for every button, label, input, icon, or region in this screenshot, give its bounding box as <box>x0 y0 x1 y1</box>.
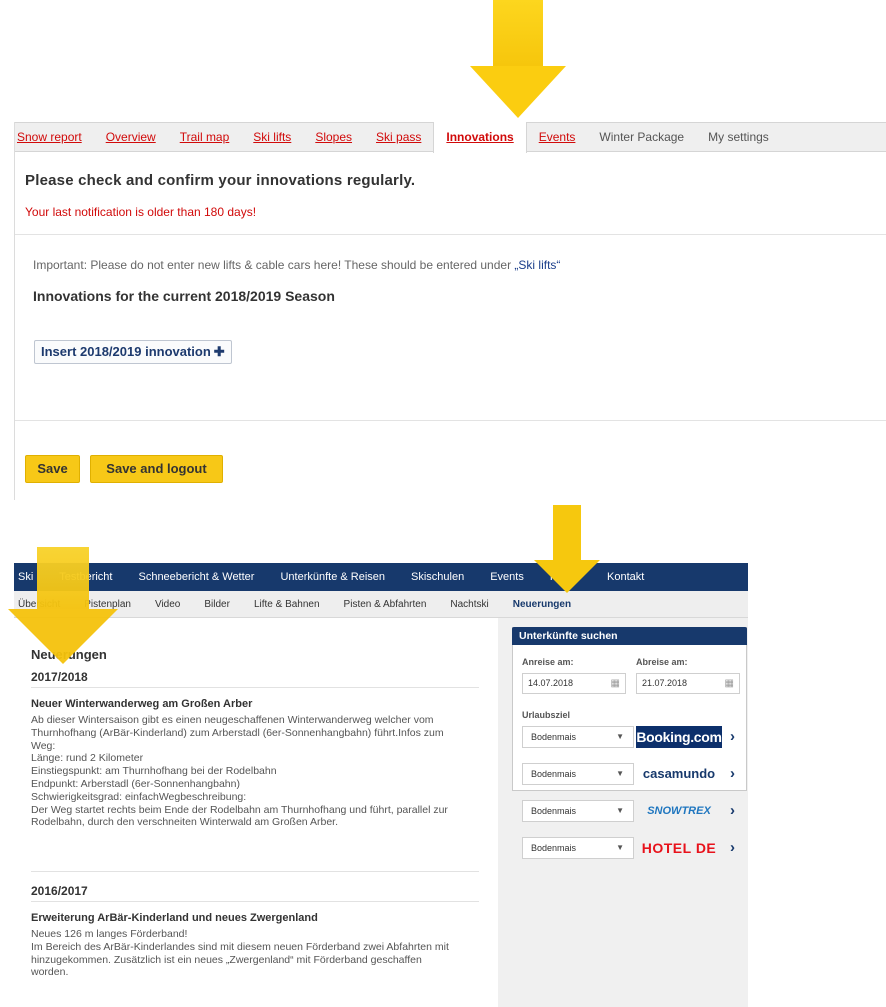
news-item-title: Neuer Winterwanderweg am Großen Arber <box>31 698 253 710</box>
nav-item[interactable]: Skischulen <box>398 571 477 583</box>
divider <box>15 234 886 235</box>
subnav-item[interactable]: Nachtski <box>438 599 500 610</box>
text-line: Ab dieser Wintersaison gibt es einen neu… <box>31 714 434 726</box>
departure-label: Abreise am: <box>636 657 688 667</box>
tab-events[interactable]: Events <box>527 122 588 152</box>
casamundo-logo[interactable]: casamundo <box>636 763 722 785</box>
chevron-right-icon[interactable]: › <box>730 802 735 819</box>
highlight-arrow-top <box>470 0 566 118</box>
calendar-icon[interactable]: ▦ <box>725 674 734 693</box>
provider-name: Booking.com <box>636 729 722 745</box>
text-line: Einstiegspunkt: am Thurnhofhang bei der … <box>31 765 277 778</box>
text-line: worden. <box>31 966 69 979</box>
text-line: Schwierigkeitsgrad: einfachWegbeschreibu… <box>31 790 247 803</box>
season-title: Innovations for the current 2018/2019 Se… <box>33 288 335 304</box>
caret-down-icon: ▼ <box>616 806 624 815</box>
important-note: Important: Please do not enter new lifts… <box>33 258 560 272</box>
notification-warning: Your last notification is older than 180… <box>25 205 257 219</box>
admin-tab-bar: Snow report Overview Trail map Ski lifts… <box>15 122 886 153</box>
subnav-item[interactable]: Bilder <box>192 599 242 610</box>
text-line: Weg: <box>31 739 56 752</box>
tab-snow-report[interactable]: Snow report <box>15 122 94 152</box>
text-line: Neues 126 m langes Förderband! <box>31 928 188 940</box>
tab-trail-map[interactable]: Trail map <box>168 122 242 152</box>
select-value: Bodenmais <box>531 769 577 779</box>
divider <box>31 901 479 902</box>
sub-navigation: Übersicht Pistenplan Video Bilder Lifte … <box>14 591 748 618</box>
caret-down-icon: ▼ <box>616 843 624 852</box>
destination-select-booking[interactable]: Bodenmais ▼ <box>522 726 634 748</box>
text-line: Rodelbahn, durch den verschneiten Winter… <box>31 816 338 829</box>
widget-title: Unterkünfte suchen <box>512 627 747 645</box>
news-item-body: Neues 126 m langes Förderband! Im Bereic… <box>31 928 491 979</box>
provider-name: SNOWTREX <box>647 805 711 817</box>
departure-date-input[interactable]: 21.07.2018 ▦ <box>636 673 740 694</box>
departure-date-value: 21.07.2018 <box>642 678 688 688</box>
destination-select-casamundo[interactable]: Bodenmais ▼ <box>522 763 634 785</box>
save-button[interactable]: Save <box>25 455 80 483</box>
select-value: Bodenmais <box>531 806 577 816</box>
subnav-item[interactable]: Pisten & Abfahrten <box>332 599 439 610</box>
divider <box>15 420 886 421</box>
divider <box>31 871 479 872</box>
section-year: 2017/2018 <box>31 670 88 684</box>
main-navigation: Ski Testbericht Schneebericht & Wetter U… <box>14 563 748 591</box>
nav-item[interactable]: Unterkünfte & Reisen <box>267 571 398 583</box>
save-and-logout-button[interactable]: Save and logout <box>90 455 223 483</box>
ski-lifts-link[interactable]: „Ski lifts“ <box>514 258 560 272</box>
news-item-title: Erweiterung ArBär-Kinderland und neues Z… <box>31 912 318 924</box>
text-line: Länge: rund 2 Kilometer <box>31 752 144 765</box>
nav-item[interactable]: Events <box>477 571 537 583</box>
news-item-body: Ab dieser Wintersaison gibt es einen neu… <box>31 714 491 829</box>
innovations-admin-panel: Snow report Overview Trail map Ski lifts… <box>14 122 886 500</box>
caret-down-icon: ▼ <box>616 769 624 778</box>
section-year: 2016/2017 <box>31 884 88 898</box>
snowtrex-logo[interactable]: SNOWTREX <box>636 800 722 822</box>
provider-name: casamundo <box>642 766 716 781</box>
arrival-label: Anreise am: <box>522 657 574 667</box>
divider <box>31 687 479 688</box>
text-line: Im Bereich des ArBär-Kinderlandes sind m… <box>31 940 449 953</box>
nav-item[interactable]: Kontakt <box>594 571 657 583</box>
subnav-item-neuerungen[interactable]: Neuerungen <box>501 599 583 610</box>
subnav-item[interactable]: Video <box>143 599 192 610</box>
tab-overview[interactable]: Overview <box>94 122 168 152</box>
select-value: Bodenmais <box>531 732 577 742</box>
arrival-date-input[interactable]: 14.07.2018 ▦ <box>522 673 626 694</box>
calendar-icon[interactable]: ▦ <box>611 674 620 693</box>
tab-winter-package[interactable]: Winter Package <box>587 122 696 152</box>
text-line: Der Weg startet rechts beim Ende der Rod… <box>31 803 448 816</box>
hotelde-logo[interactable]: HOTEL DE <box>636 837 722 859</box>
provider-name: HOTEL DE <box>641 840 717 856</box>
chevron-right-icon[interactable]: › <box>730 839 735 856</box>
tab-my-settings[interactable]: My settings <box>696 122 781 152</box>
caret-down-icon: ▼ <box>616 732 624 741</box>
arrival-date-value: 14.07.2018 <box>528 678 574 688</box>
destination-select-snowtrex[interactable]: Bodenmais ▼ <box>522 800 634 822</box>
important-note-text: Important: Please do not enter new lifts… <box>33 258 515 272</box>
text-line: Thurnhofhang (ArBär-Kinderland) zum Arbe… <box>31 726 444 739</box>
chevron-right-icon[interactable]: › <box>730 728 735 745</box>
confirm-title: Please check and confirm your innovation… <box>25 172 416 189</box>
tab-innovations[interactable]: Innovations <box>433 122 527 153</box>
text-line: Endpunkt: Arberstadl (6er-Sonnenhangbahn… <box>31 777 240 790</box>
news-content: Neuerungen 2017/2018 Neuer Winterwanderw… <box>14 618 498 1007</box>
destination-label: Urlaubsziel <box>522 710 571 720</box>
destination-select-hotelde[interactable]: Bodenmais ▼ <box>522 837 634 859</box>
tab-slopes[interactable]: Slopes <box>303 122 364 152</box>
chevron-right-icon[interactable]: › <box>730 765 735 782</box>
booking-logo[interactable]: Booking.com <box>636 726 722 748</box>
tab-ski-lifts[interactable]: Ski lifts <box>241 122 303 152</box>
select-value: Bodenmais <box>531 843 577 853</box>
text-line: hinzugekommen. Zusätzlich ist ein neues … <box>31 953 422 966</box>
subnav-item[interactable]: Lifte & Bahnen <box>242 599 332 610</box>
highlight-arrow-neuerungen <box>534 505 600 593</box>
highlight-arrow-left <box>8 547 118 664</box>
public-website-preview: Ski Testbericht Schneebericht & Wetter U… <box>14 563 748 1007</box>
tab-ski-pass[interactable]: Ski pass <box>364 122 433 152</box>
nav-item[interactable]: Schneebericht & Wetter <box>125 571 267 583</box>
plus-icon: ✚ <box>213 344 225 359</box>
insert-innovation-button[interactable]: Insert 2018/2019 innovation ✚ <box>34 340 232 364</box>
insert-innovation-label: Insert 2018/2019 innovation <box>41 344 211 359</box>
